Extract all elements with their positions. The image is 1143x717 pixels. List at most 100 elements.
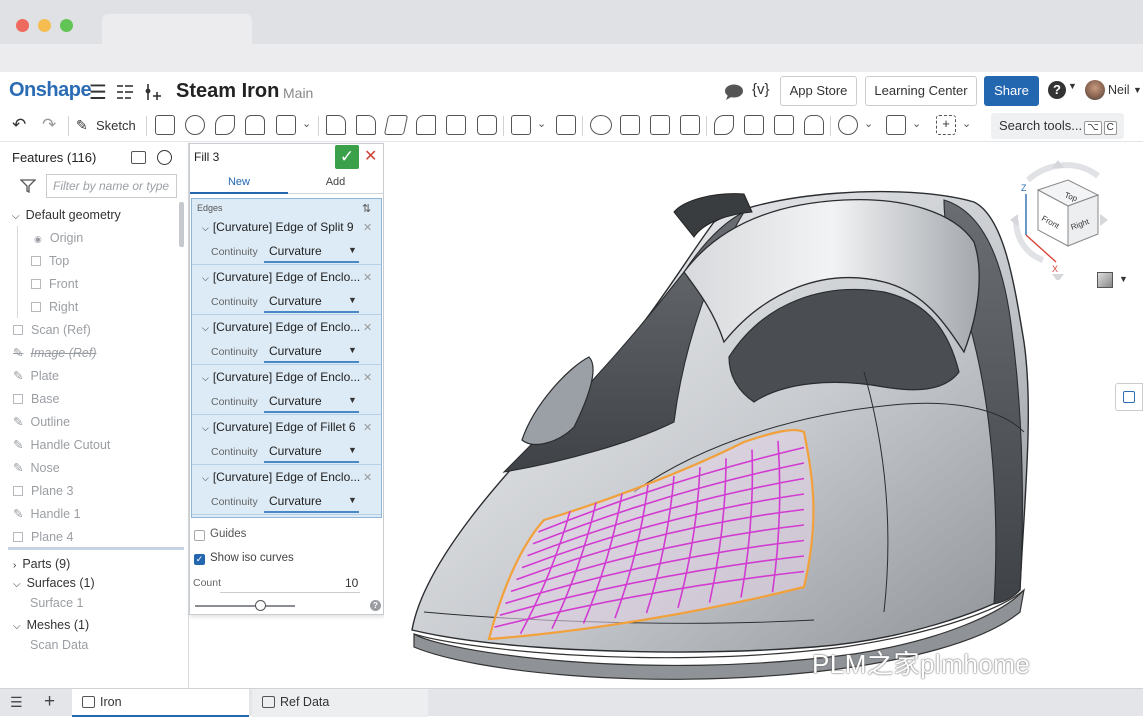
remove-edge-icon[interactable]: ✕: [363, 471, 372, 484]
continuity-select[interactable]: Curvature: [269, 394, 322, 408]
count-slider-track[interactable]: [195, 605, 295, 607]
extrude-icon[interactable]: [155, 115, 175, 135]
edge-item[interactable]: ⌵ [Curvature] Edge of Enclo... ✕ Continuity…: [192, 365, 381, 415]
chevron-down-icon[interactable]: ⌄: [537, 117, 546, 130]
mate-connector-icon[interactable]: [886, 115, 906, 135]
render-mode-icon[interactable]: [1097, 272, 1113, 288]
draft-icon[interactable]: [383, 115, 409, 135]
chamfer-icon[interactable]: [356, 115, 376, 135]
mirror-icon[interactable]: [556, 115, 576, 135]
show-iso-checkbox[interactable]: ✓: [194, 554, 205, 565]
move-face-icon[interactable]: [714, 115, 734, 135]
cancel-button[interactable]: ✕: [364, 146, 377, 166]
surface-item[interactable]: Surface 1: [30, 592, 84, 614]
edge-label[interactable]: ⌵ [Curvature] Edge of Enclo...: [202, 370, 360, 384]
shell-icon[interactable]: [446, 115, 466, 135]
feature-list-icon[interactable]: [115, 82, 135, 102]
tree-item-origin[interactable]: ◉ Origin: [34, 227, 83, 249]
onshape-logo[interactable]: Onshape: [9, 79, 92, 102]
delete-part-icon[interactable]: [680, 115, 700, 135]
chevron-down-icon[interactable]: ⌄: [302, 117, 311, 130]
edge-label[interactable]: ⌵ [Curvature] Edge of Split 9: [202, 220, 354, 234]
accept-button[interactable]: ✓: [335, 145, 359, 169]
browser-tab[interactable]: [102, 14, 252, 44]
continuity-select[interactable]: Curvature: [269, 244, 322, 258]
chevron-down-icon[interactable]: ▼: [348, 395, 357, 405]
sweep-icon[interactable]: [215, 115, 235, 135]
feature-item[interactable]: ✎ Plate: [13, 365, 59, 387]
user-dropdown-caret[interactable]: ▼: [1133, 85, 1142, 95]
pattern-icon[interactable]: [511, 115, 531, 135]
tab-new[interactable]: New: [190, 170, 288, 194]
chevron-down-icon[interactable]: ⌵: [202, 473, 209, 483]
feature-item[interactable]: ✎ Handle 1: [13, 503, 81, 525]
filter-icon[interactable]: [20, 179, 36, 193]
split-icon[interactable]: [620, 115, 640, 135]
chevron-down-icon[interactable]: ▼: [1119, 274, 1128, 284]
comments-icon[interactable]: [724, 83, 744, 101]
chevron-down-icon[interactable]: ⌄: [962, 117, 971, 130]
surfaces-group[interactable]: ⌵ Surfaces (1): [13, 572, 95, 594]
feature-item[interactable]: Plane 3: [13, 480, 73, 502]
feature-item[interactable]: ✎ Handle Cutout: [13, 434, 110, 456]
chevron-down-icon[interactable]: ⌄: [864, 117, 873, 130]
plane-icon[interactable]: [838, 115, 858, 135]
side-panel-toggle[interactable]: [1115, 383, 1143, 411]
remove-edge-icon[interactable]: ✕: [363, 271, 372, 284]
rollback-bar[interactable]: [8, 547, 184, 550]
remove-edge-icon[interactable]: ✕: [363, 421, 372, 434]
revolve-icon[interactable]: [185, 115, 205, 135]
app-store-button[interactable]: App Store: [780, 76, 857, 106]
help-icon[interactable]: ?: [1048, 81, 1066, 99]
undo-icon[interactable]: ↶: [12, 115, 26, 135]
loft-icon[interactable]: [245, 115, 265, 135]
chevron-down-icon[interactable]: ⌵: [202, 373, 209, 383]
chevron-down-icon[interactable]: ▼: [348, 495, 357, 505]
continuity-select[interactable]: Curvature: [269, 344, 322, 358]
edge-label[interactable]: ⌵ [Curvature] Edge of Enclo...: [202, 470, 360, 484]
remove-edge-icon[interactable]: ✕: [363, 371, 372, 384]
menu-icon[interactable]: ☰: [89, 80, 107, 105]
add-tab-icon[interactable]: +: [44, 691, 55, 713]
continuity-select[interactable]: Curvature: [269, 294, 322, 308]
chevron-down-icon[interactable]: ▼: [348, 345, 357, 355]
avatar[interactable]: [1085, 80, 1105, 100]
user-name[interactable]: Neil: [1108, 83, 1130, 97]
close-window-dot[interactable]: [16, 19, 29, 32]
share-button[interactable]: Share: [984, 76, 1039, 106]
filter-input[interactable]: Filter by name or type: [46, 174, 177, 198]
scrollbar[interactable]: [179, 202, 184, 247]
tab-ref-data[interactable]: Ref Data: [252, 689, 428, 717]
add-custom-feature-icon[interactable]: +: [936, 115, 956, 135]
edge-item[interactable]: ⌵ [Curvature] Edge of Enclo... ✕ Continuity…: [192, 465, 381, 515]
view-cube[interactable]: Top Front Right Z X: [998, 150, 1118, 280]
meshes-group[interactable]: ⌵ Meshes (1): [13, 614, 89, 636]
feature-item[interactable]: Plane 4: [13, 526, 73, 548]
chevron-down-icon[interactable]: ▼: [348, 295, 357, 305]
feature-item[interactable]: Base: [13, 388, 60, 410]
rib-icon[interactable]: [416, 115, 436, 135]
edge-label[interactable]: ⌵ [Curvature] Edge of Enclo...: [202, 320, 360, 334]
continuity-select[interactable]: Curvature: [269, 444, 322, 458]
replace-face-icon[interactable]: [774, 115, 794, 135]
edges-list[interactable]: Edges ⇅ ⌵ [Curvature] Edge of Split 9 ✕ Con…: [191, 198, 382, 518]
chevron-down-icon[interactable]: ▼: [348, 445, 357, 455]
edge-item[interactable]: ⌵ [Curvature] Edge of Split 9 ✕ Continuity C…: [192, 215, 381, 265]
timer-icon[interactable]: [157, 150, 172, 165]
document-title[interactable]: Steam Iron: [176, 80, 279, 103]
boolean-icon[interactable]: [590, 115, 612, 135]
default-geometry-group[interactable]: ⌵ Default geometry: [12, 204, 121, 226]
thicken-icon[interactable]: [276, 115, 296, 135]
feature-item[interactable]: Scan (Ref): [13, 319, 91, 341]
remove-edge-icon[interactable]: ✕: [363, 321, 372, 334]
edge-label[interactable]: ⌵ [Curvature] Edge of Enclo...: [202, 270, 360, 284]
tab-add[interactable]: Add: [288, 170, 383, 194]
sketch-button[interactable]: Sketch: [96, 118, 136, 133]
minimize-window-dot[interactable]: [38, 19, 51, 32]
chevron-down-icon[interactable]: ⌵: [202, 323, 209, 333]
branch-name[interactable]: Main: [283, 85, 313, 101]
help-icon[interactable]: ?: [370, 600, 381, 611]
mesh-item[interactable]: Scan Data: [30, 634, 88, 656]
maximize-window-dot[interactable]: [60, 19, 73, 32]
edge-item[interactable]: ⌵ [Curvature] Edge of Enclo... ✕ Continuity…: [192, 265, 381, 315]
